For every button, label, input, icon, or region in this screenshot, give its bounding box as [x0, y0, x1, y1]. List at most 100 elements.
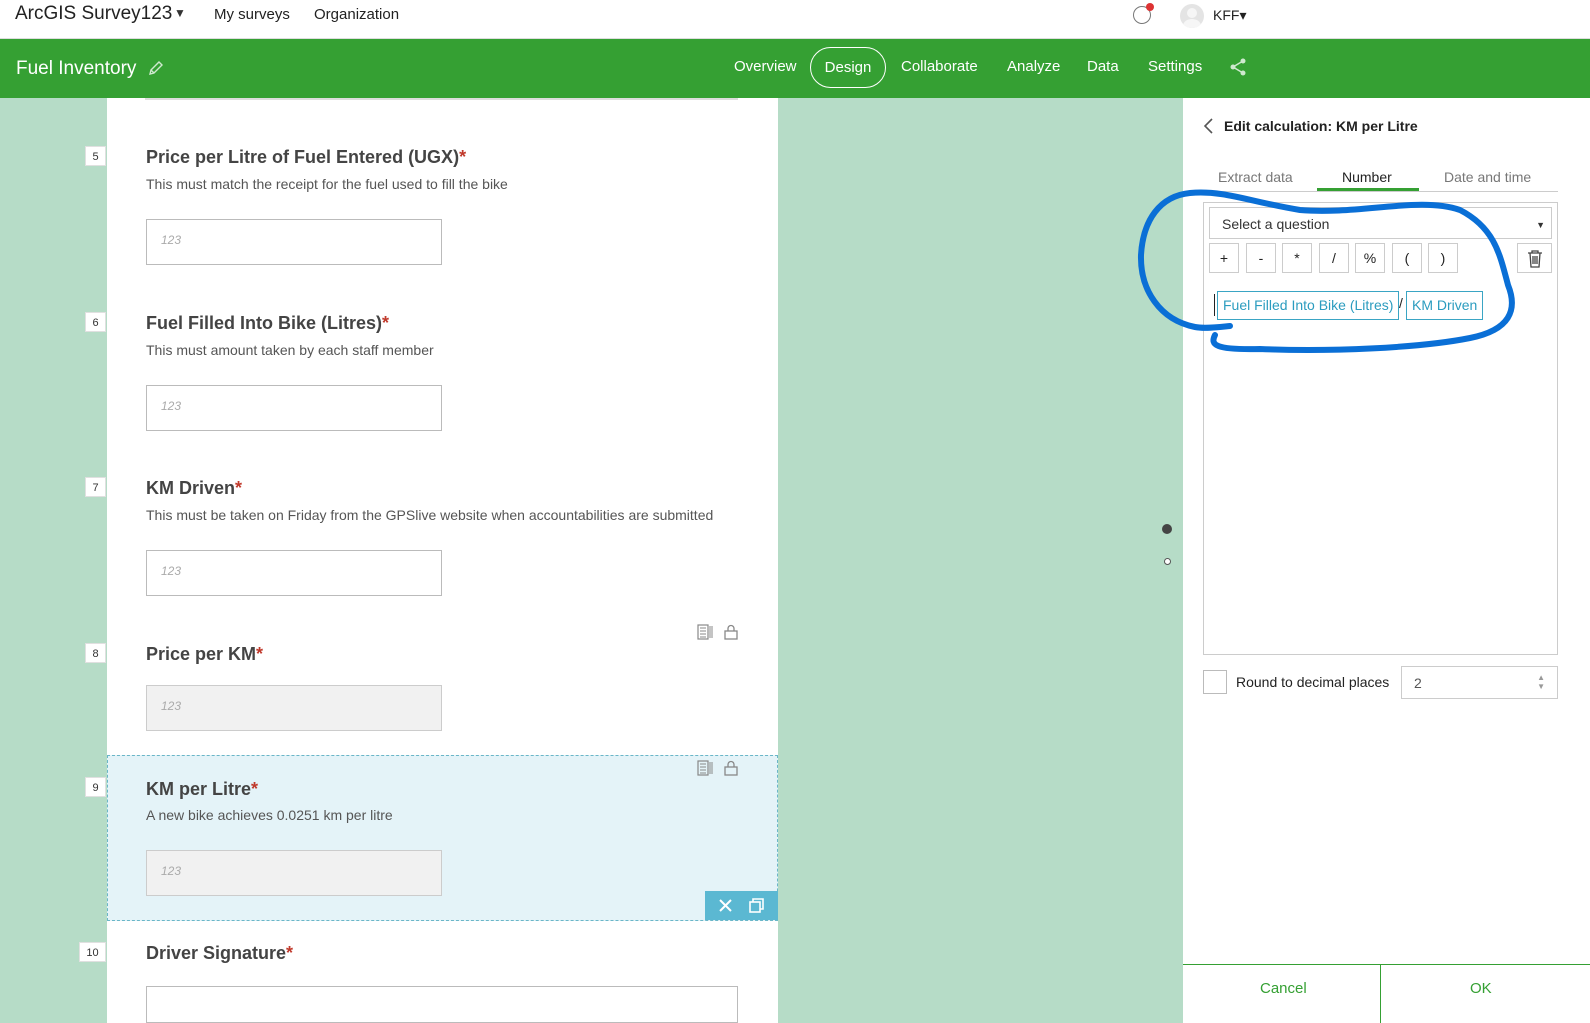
required-marker: *	[286, 943, 294, 963]
question-title[interactable]: Price per Litre of Fuel Entered (UGX)*	[146, 147, 466, 168]
question-title-text: Fuel Filled Into Bike (Litres)	[146, 313, 383, 333]
page-dot-active[interactable]	[1162, 524, 1172, 534]
question-number: 6	[85, 312, 106, 332]
question-title[interactable]: Price per KM*	[146, 644, 263, 665]
nav-my-surveys[interactable]: My surveys	[214, 6, 290, 23]
avatar[interactable]	[1180, 4, 1204, 28]
operator-multiply-button[interactable]: *	[1282, 243, 1312, 273]
tab-overview[interactable]: Overview	[734, 58, 797, 75]
question-title[interactable]: KM per Litre*	[146, 779, 258, 800]
required-marker: *	[251, 779, 259, 799]
tab-design[interactable]: Design	[810, 47, 886, 88]
operator-divide-button[interactable]: /	[1319, 243, 1349, 273]
number-icon: 123	[161, 699, 182, 713]
decimal-places-value: 2	[1414, 675, 1422, 691]
expression-token[interactable]: KM Driven	[1406, 291, 1484, 320]
survey-title: Fuel Inventory	[16, 58, 137, 79]
required-marker: *	[382, 313, 390, 333]
back-chevron-icon[interactable]	[1202, 117, 1214, 135]
previous-question-divider	[145, 98, 738, 100]
question-number: 10	[79, 942, 106, 962]
question-title[interactable]: Driver Signature*	[146, 943, 293, 964]
operator-percent-button[interactable]: %	[1355, 243, 1385, 273]
question-title-text: KM Driven	[146, 478, 236, 498]
footer-separator	[1380, 964, 1381, 1023]
operator-minus-button[interactable]: -	[1246, 243, 1276, 273]
lock-icon[interactable]	[723, 624, 739, 640]
user-menu[interactable]: KFF▾	[1213, 7, 1246, 24]
tab-extract-data[interactable]: Extract data	[1218, 169, 1293, 185]
question-number: 5	[85, 146, 106, 166]
top-bar: ArcGIS Survey123 ▼ My surveys Organizati…	[0, 0, 1590, 39]
tab-settings[interactable]: Settings	[1148, 58, 1202, 75]
share-icon[interactable]	[1228, 57, 1248, 77]
question-number: 9	[85, 777, 106, 797]
question-hint: This must match the receipt for the fuel…	[146, 176, 508, 192]
chevron-down-icon: ▼	[1536, 220, 1545, 230]
decimal-places-input[interactable]: 2 ▲ ▼	[1401, 666, 1558, 699]
number-icon: 123	[161, 399, 182, 413]
trash-icon	[1528, 250, 1542, 268]
notification-dot	[1146, 3, 1154, 11]
number-input-readonly: 123	[146, 850, 442, 896]
operator-close-paren-button[interactable]: )	[1428, 243, 1458, 273]
required-marker: *	[256, 644, 264, 664]
question-hint: This must amount taken by each staff mem…	[146, 342, 434, 358]
question-title[interactable]: Fuel Filled Into Bike (Litres)*	[146, 313, 389, 334]
footer-divider	[1183, 964, 1590, 965]
question-title-text: Price per Litre of Fuel Entered (UGX)	[146, 147, 460, 167]
tab-number[interactable]: Number	[1342, 169, 1392, 185]
question-hint: A new bike achieves 0.0251 km per litre	[146, 807, 393, 823]
number-icon: 123	[161, 233, 182, 247]
question-hint: This must be taken on Friday from the GP…	[146, 507, 714, 523]
duplicate-question-icon[interactable]	[748, 897, 765, 914]
question-title-text: Driver Signature	[146, 943, 287, 963]
select-question-label: Select a question	[1222, 216, 1330, 232]
panel-title: Edit calculation: KM per Litre	[1224, 118, 1418, 134]
question-title-text: Price per KM	[146, 644, 257, 664]
number-icon: 123	[161, 864, 182, 878]
notification-icon[interactable]	[1133, 3, 1154, 24]
select-question-dropdown[interactable]: Select a question ▼	[1209, 207, 1552, 239]
ok-button[interactable]: OK	[1470, 980, 1492, 997]
tab-data[interactable]: Data	[1087, 58, 1119, 75]
number-input-readonly: 123	[146, 685, 442, 731]
number-input[interactable]: 123	[146, 385, 442, 431]
cancel-button[interactable]: Cancel	[1260, 980, 1307, 997]
number-input[interactable]: 123	[146, 550, 442, 596]
required-marker: *	[235, 478, 243, 498]
expression-operator: /	[1399, 295, 1403, 311]
tab-analyze[interactable]: Analyze	[1007, 58, 1060, 75]
question-number: 8	[85, 643, 106, 663]
survey-header: Fuel Inventory Overview Design Collabora…	[0, 39, 1590, 98]
user-name: KFF	[1213, 7, 1240, 23]
operator-open-paren-button[interactable]: (	[1392, 243, 1422, 273]
round-label: Round to decimal places	[1236, 674, 1390, 690]
calculation-icon[interactable]	[697, 760, 713, 776]
nav-organization[interactable]: Organization	[314, 6, 399, 23]
page-dot[interactable]	[1164, 558, 1171, 565]
calculation-icon[interactable]	[697, 624, 713, 640]
stepper-icon[interactable]: ▲ ▼	[1537, 673, 1545, 691]
app-title[interactable]: ArcGIS Survey123	[15, 3, 172, 25]
clear-expression-button[interactable]	[1517, 243, 1552, 273]
delete-question-icon[interactable]	[717, 897, 734, 914]
operator-plus-button[interactable]: +	[1209, 243, 1239, 273]
app-switcher-caret-icon[interactable]: ▼	[174, 6, 186, 20]
number-icon: 123	[161, 564, 182, 578]
question-title[interactable]: KM Driven*	[146, 478, 242, 499]
active-tab-indicator	[1317, 188, 1419, 191]
required-marker: *	[459, 147, 467, 167]
text-cursor	[1214, 294, 1215, 316]
signature-field[interactable]	[146, 986, 738, 1023]
question-title-text: KM per Litre	[146, 779, 252, 799]
edit-pencil-icon[interactable]	[147, 59, 165, 77]
number-input[interactable]: 123	[146, 219, 442, 265]
round-checkbox[interactable]	[1203, 670, 1227, 694]
tab-collaborate[interactable]: Collaborate	[901, 58, 978, 75]
tab-date-and-time[interactable]: Date and time	[1444, 169, 1531, 185]
question-number: 7	[85, 477, 106, 497]
question-action-bar	[705, 891, 778, 920]
lock-icon[interactable]	[723, 760, 739, 776]
expression-token[interactable]: Fuel Filled Into Bike (Litres)	[1217, 291, 1400, 320]
